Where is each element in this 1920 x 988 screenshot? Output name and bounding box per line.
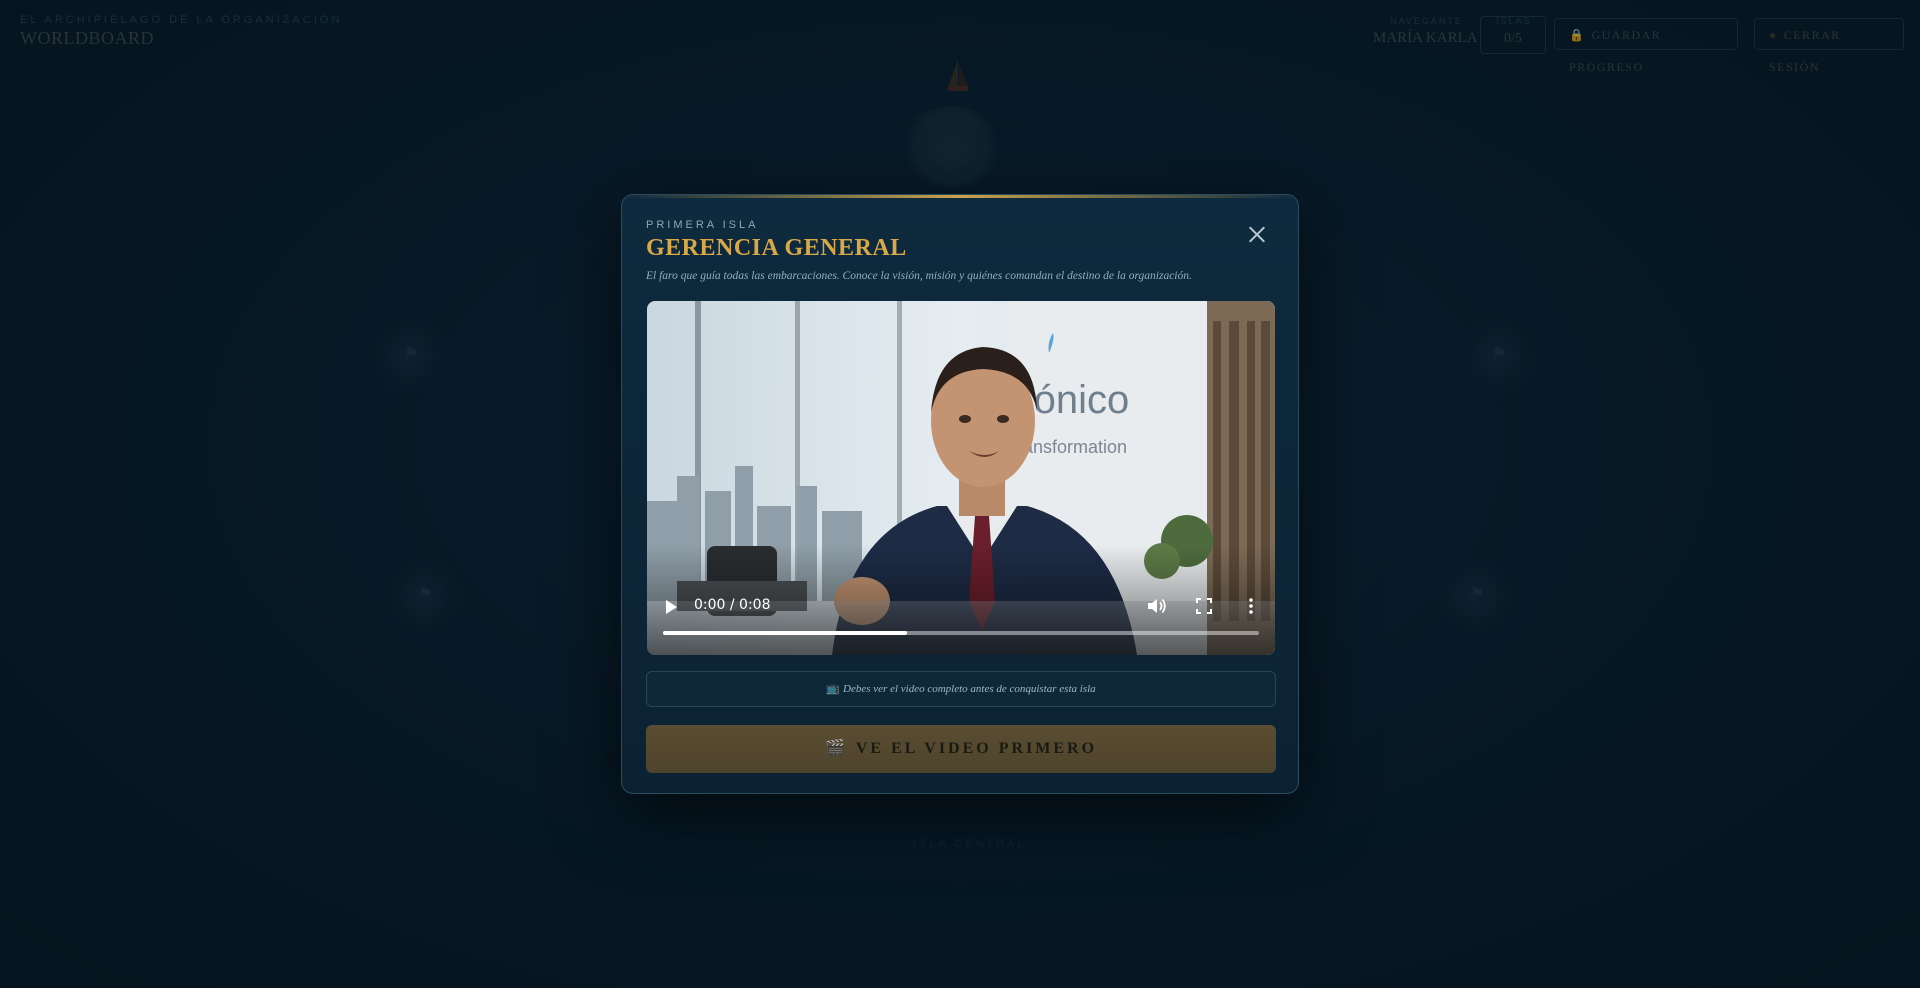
- cta-label: VE EL VIDEO PRIMERO: [855, 740, 1098, 757]
- close-icon[interactable]: [1248, 225, 1266, 243]
- modal-kicker: PRIMERA ISLA: [646, 219, 759, 231]
- volume-icon[interactable]: [1147, 597, 1167, 615]
- island-modal: PRIMERA ISLA GERENCIA GENERAL El faro qu…: [621, 194, 1299, 794]
- tv-icon: 📺: [826, 683, 841, 695]
- more-options-icon[interactable]: [1247, 597, 1255, 615]
- clapperboard-icon: 🎬: [824, 740, 848, 757]
- play-icon[interactable]: [666, 600, 677, 614]
- modal-title: GERENCIA GENERAL: [646, 235, 907, 261]
- notice-text: Debes ver el video completo antes de con…: [843, 683, 1096, 695]
- modal-accent-line: [622, 195, 1298, 198]
- video-progress-bar[interactable]: [663, 631, 1259, 635]
- fullscreen-icon[interactable]: [1195, 597, 1213, 615]
- video-player[interactable]: Kónico transformation 0:00 / 0:08: [647, 301, 1275, 655]
- video-time: 0:00 / 0:08: [694, 597, 771, 613]
- video-progress-fill: [663, 631, 908, 635]
- watch-video-first-button[interactable]: 🎬 VE EL VIDEO PRIMERO: [646, 725, 1276, 773]
- modal-subtitle: El faro que guía todas las embarcaciones…: [646, 270, 1192, 282]
- watch-requirement-notice: 📺 Debes ver el video completo antes de co…: [646, 671, 1276, 707]
